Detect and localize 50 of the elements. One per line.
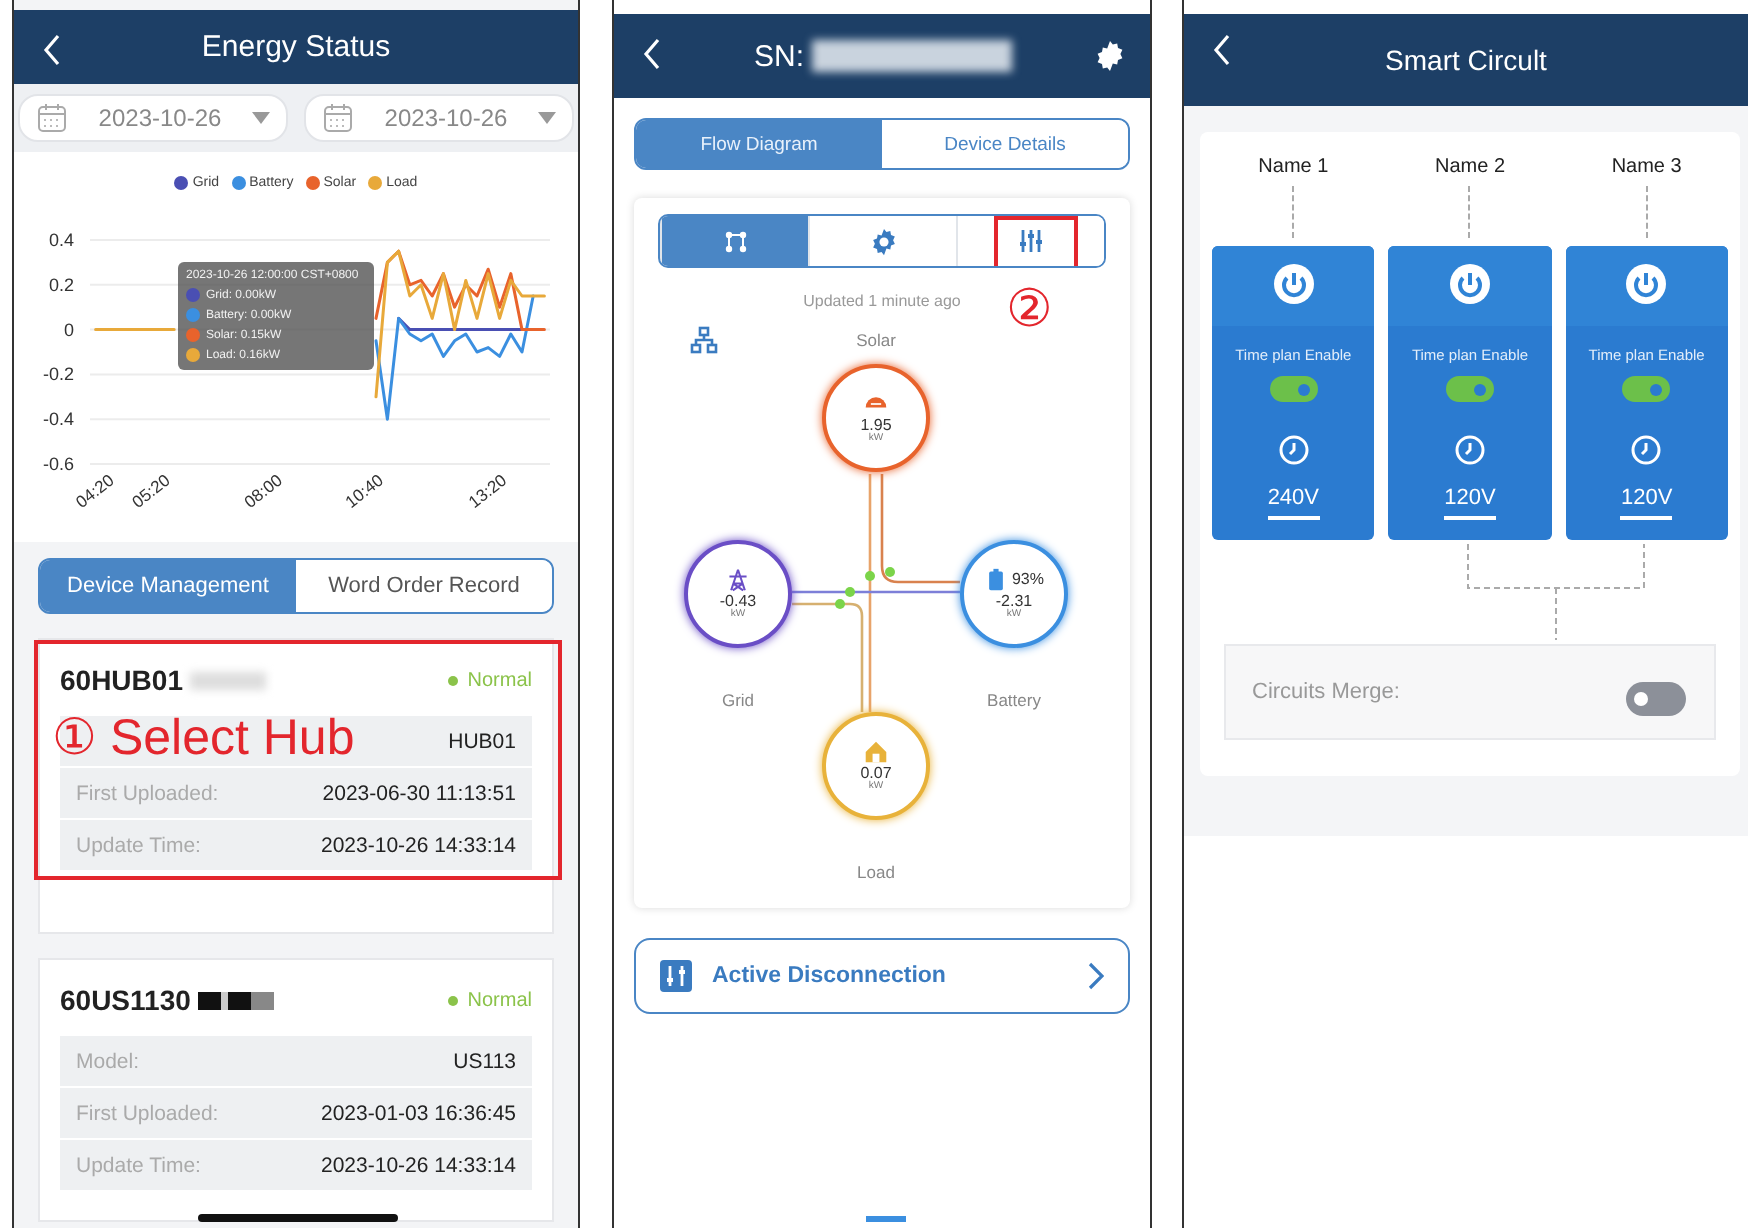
info-label: Update Time: <box>76 1153 201 1177</box>
node-label: Grid <box>721 690 755 710</box>
power-value: 0.07 <box>860 763 892 782</box>
end-date-field[interactable]: 2023-10-26 <box>304 94 574 142</box>
y-tick-label: 0 <box>63 319 74 340</box>
y-tick-label: -0.2 <box>42 364 74 385</box>
y-tick-label: 0.4 <box>48 230 74 250</box>
device-serial: 60US1130 <box>60 984 191 1016</box>
power-value: -0.43 <box>719 591 757 610</box>
y-tick-label: -0.6 <box>42 454 74 474</box>
screen-title: Energy Status <box>201 30 391 64</box>
active-disconnection-button[interactable]: Active Disconnection <box>634 938 1130 1014</box>
circuit-name: Name 3 <box>1611 156 1682 178</box>
update-status: Updated 1 minute ago <box>801 292 963 310</box>
merge-label: Circuits Merge: <box>1252 680 1400 704</box>
tab[interactable]: Word Order Record <box>296 560 552 612</box>
power-value: 1.95 <box>860 415 892 434</box>
circuit-name: Name 1 <box>1258 156 1329 178</box>
device-status: Normal <box>467 989 532 1011</box>
info-label: First Uploaded: <box>76 1101 219 1125</box>
tab[interactable]: Flow Diagram <box>636 120 882 168</box>
device-status: Normal <box>467 669 532 691</box>
power-value: -2.31 <box>995 591 1033 610</box>
tab[interactable]: Device Management <box>40 560 296 612</box>
battery-percent: 93% <box>1011 569 1044 589</box>
node-label: Load <box>857 862 895 882</box>
y-tick-label: 0.2 <box>48 274 74 295</box>
info-value: 2023-10-26 14:33:14 <box>321 833 516 857</box>
device-serial: 60HUB01 <box>60 664 183 696</box>
info-label: Model: <box>76 1049 140 1073</box>
node-label: Solar <box>856 330 896 350</box>
info-value: US113 <box>453 1049 516 1073</box>
start-date-field[interactable]: 2023-10-26 <box>18 94 288 142</box>
screen-title: Smart Circult <box>1385 44 1547 76</box>
info-value: HUB01 <box>448 729 516 753</box>
info-value: 2023-10-26 14:33:14 <box>321 1153 516 1177</box>
voltage-value[interactable]: 240V <box>1267 486 1320 520</box>
circuit-name: Name 2 <box>1434 156 1505 178</box>
info-value: 2023-06-30 11:13:51 <box>322 781 516 805</box>
info-label: Update Time: <box>76 833 201 857</box>
info-label: First Uploaded: <box>76 781 219 805</box>
step-annotation: ② <box>1006 278 1052 340</box>
serial-label: SN: <box>754 39 805 73</box>
info-value: 2023-01-03 16:36:45 <box>321 1101 516 1125</box>
step-annotation: ① Select Hub <box>52 708 355 768</box>
voltage-value[interactable]: 120V <box>1444 486 1496 520</box>
node-label: Battery <box>987 690 1041 710</box>
device-card[interactable]: 60US1130 Normal Model: US113 First Uploaded: 2023-01-03 16:36:45 Update Time: 2023-10-26 14:33:14 <box>38 958 554 1222</box>
y-tick-label: -0.4 <box>42 409 74 430</box>
voltage-value[interactable]: 120V <box>1620 486 1673 520</box>
